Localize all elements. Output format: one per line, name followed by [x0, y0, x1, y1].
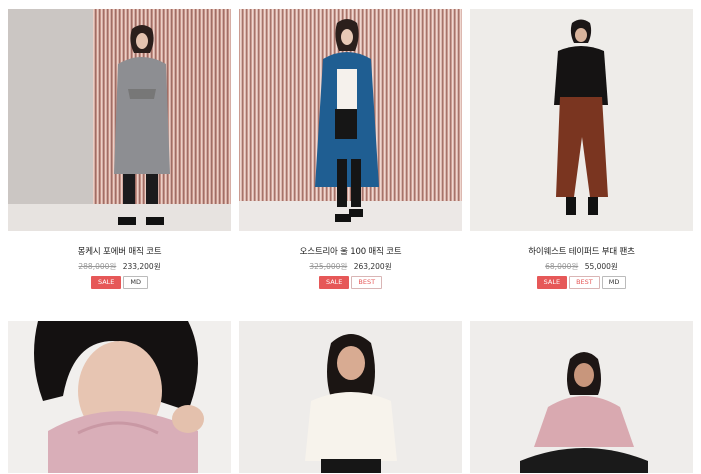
product-card[interactable] — [470, 321, 693, 473]
product-image[interactable] — [470, 321, 693, 473]
sale-price: 55,000원 — [584, 262, 618, 271]
product-image[interactable] — [239, 9, 462, 231]
badge-row: SALE BEST MD — [470, 276, 693, 289]
product-image[interactable] — [8, 321, 231, 473]
best-badge: BEST — [351, 276, 383, 289]
product-image[interactable] — [470, 9, 693, 231]
badge-row: SALE BEST — [239, 276, 462, 289]
product-card[interactable]: 하이웨스트 테이퍼드 부대 팬츠 68,000원 55,000원 SALE BE… — [470, 9, 693, 289]
price-row: 288,000원 233,200원 — [8, 261, 231, 272]
product-name[interactable]: 하이웨스트 테이퍼드 부대 팬츠 — [470, 245, 693, 257]
best-badge: BEST — [569, 276, 600, 289]
product-image[interactable] — [239, 321, 462, 473]
price-row: 68,000원 55,000원 — [470, 261, 693, 272]
sale-badge: SALE — [318, 276, 350, 289]
price-row: 325,000원 263,200원 — [239, 261, 462, 272]
sale-price: 263,200원 — [353, 262, 392, 271]
sale-badge: SALE — [90, 276, 122, 289]
product-card[interactable]: 오스트리아 울 100 매직 코트 325,000원 263,200원 SALE… — [239, 9, 462, 289]
original-price: 288,000원 — [78, 262, 117, 271]
product-name[interactable]: 몽케시 포에버 매직 코트 — [8, 245, 231, 257]
sale-badge: SALE — [536, 276, 568, 289]
product-card[interactable] — [8, 321, 231, 473]
product-card[interactable]: 몽케시 포에버 매직 코트 288,000원 233,200원 SALE MD — [8, 9, 231, 289]
product-name[interactable]: 오스트리아 울 100 매직 코트 — [239, 245, 462, 257]
product-card[interactable] — [239, 321, 462, 473]
md-badge: MD — [123, 276, 149, 289]
original-price: 325,000원 — [309, 262, 348, 271]
original-price: 68,000원 — [545, 262, 579, 271]
badge-row: SALE MD — [8, 276, 231, 289]
product-image[interactable] — [8, 9, 231, 231]
md-badge: MD — [601, 276, 627, 289]
product-grid: 몽케시 포에버 매직 코트 288,000원 233,200원 SALE MD — [0, 0, 701, 474]
sale-price: 233,200원 — [122, 262, 161, 271]
